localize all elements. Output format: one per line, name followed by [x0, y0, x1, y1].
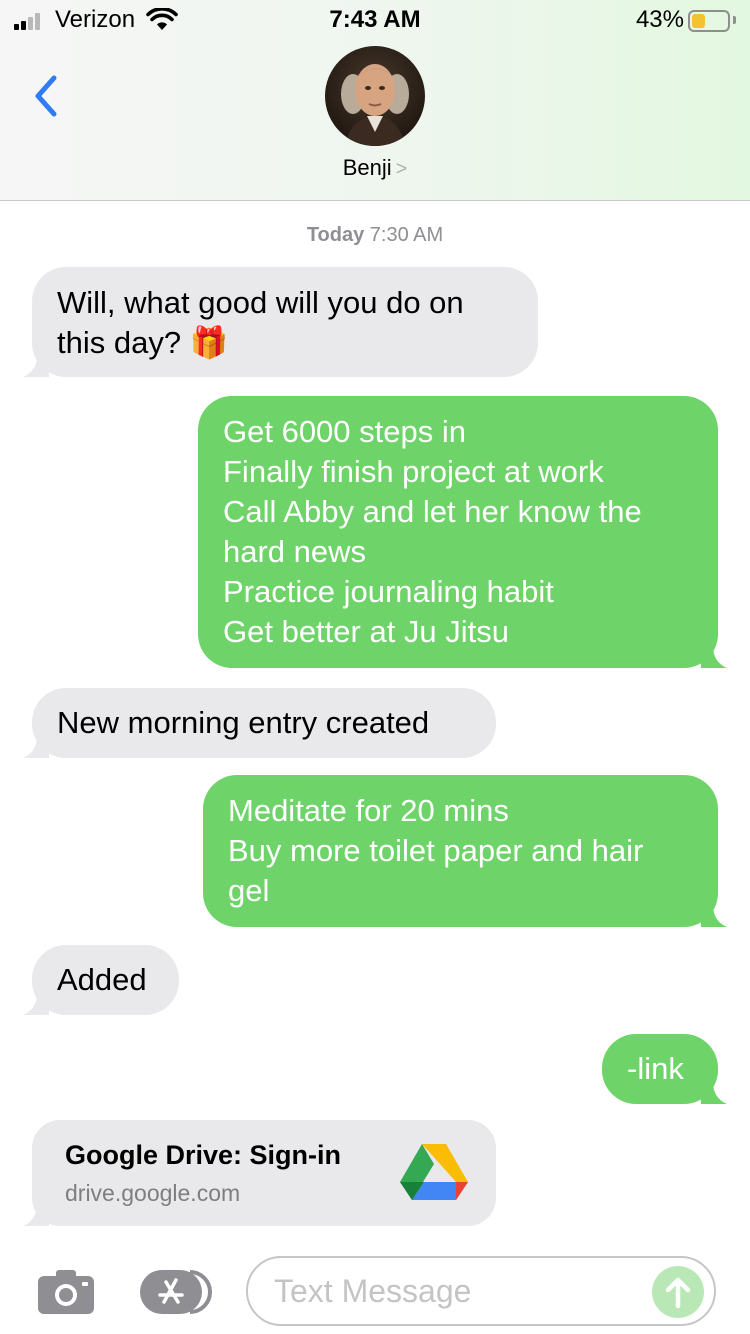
message-line: Practice journaling habit — [223, 574, 554, 609]
incoming-message[interactable]: Will, what good will you do on this day?… — [23, 267, 538, 377]
message-line: -link — [627, 1051, 684, 1086]
message-input[interactable]: Text Message — [246, 1256, 716, 1326]
message-line: Meditate for 20 mins — [228, 793, 509, 828]
message-line: hard news — [223, 534, 367, 569]
contact-avatar[interactable] — [325, 46, 425, 146]
bubble-tail — [23, 736, 49, 758]
message-input-placeholder: Text Message — [274, 1273, 472, 1309]
message-line: Finally finish project at work — [223, 454, 604, 489]
bubble-tail — [701, 646, 727, 668]
outgoing-message[interactable]: -link — [602, 1034, 727, 1104]
bubble-tail — [23, 355, 49, 377]
thread-timestamp: Today 7:30 AM — [0, 224, 750, 247]
timestamp-time: 7:30 AM — [369, 224, 444, 246]
incoming-message[interactable]: New morning entry created — [23, 688, 496, 758]
bubble-tail — [23, 993, 49, 1015]
battery-icon — [688, 10, 730, 32]
message-line: this day? 🎁 — [57, 325, 229, 360]
send-button[interactable] — [652, 1266, 704, 1318]
chevron-left-icon[interactable] — [28, 72, 64, 120]
bubble-tail — [23, 1204, 49, 1226]
message-line: Get 6000 steps in — [223, 414, 466, 449]
outgoing-message[interactable]: Meditate for 20 mins Buy more toilet pap… — [203, 775, 727, 927]
chevron-right-icon: > — [395, 158, 408, 180]
incoming-message[interactable]: Added — [23, 945, 179, 1015]
message-line: Get better at Ju Jitsu — [223, 614, 510, 649]
message-line: Will, what good will you do on — [57, 285, 464, 320]
camera-icon[interactable] — [36, 1268, 96, 1316]
battery-cap — [733, 16, 736, 24]
bubble-tail — [701, 905, 727, 927]
bubble-tail — [701, 1082, 727, 1104]
outgoing-message[interactable]: Get 6000 steps in Finally finish project… — [198, 396, 727, 668]
message-line: Buy more toilet paper and hair — [228, 833, 644, 868]
link-preview-url: drive.google.com — [65, 1180, 241, 1206]
google-drive-icon — [400, 1144, 468, 1200]
link-preview-title: Google Drive: Sign-in — [65, 1140, 342, 1170]
message-line: gel — [228, 873, 270, 908]
contact-name: Benji — [342, 155, 392, 180]
app-store-icon[interactable] — [138, 1268, 214, 1316]
battery-percent: 43% — [635, 6, 684, 33]
timestamp-day: Today — [306, 224, 365, 246]
contact-name-button[interactable]: Benji > — [0, 155, 750, 181]
link-preview-card[interactable]: Google Drive: Sign-in drive.google.com — [23, 1120, 496, 1226]
message-line: Call Abby and let her know the — [223, 494, 642, 529]
status-bar: Verizon 7:43 AM 43% — [0, 0, 750, 40]
send-arrow-icon — [665, 1277, 691, 1309]
message-line: Added — [57, 962, 147, 997]
message-line: New morning entry created — [57, 705, 430, 740]
conversation-header: Verizon 7:43 AM 43% Benji > — [0, 0, 750, 201]
